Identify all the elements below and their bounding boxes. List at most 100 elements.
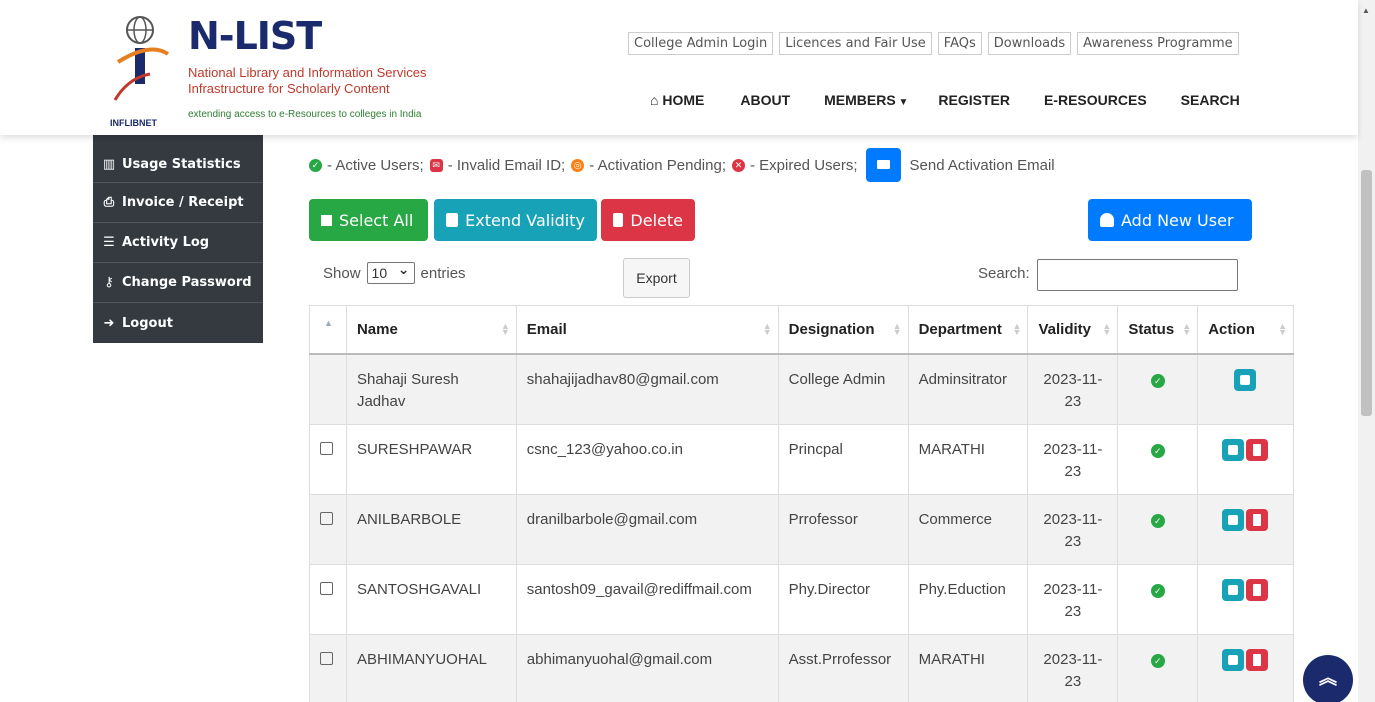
column-email[interactable]: Email ▲ ▼ bbox=[515, 305, 779, 355]
edit-button[interactable] bbox=[1221, 509, 1244, 531]
cell-validity: 2023-11-23 bbox=[1027, 564, 1119, 635]
table-header-row: ▲ Name ▲ ▼ Email ▲ ▼ Designation ▲ ▼ Departmen… bbox=[309, 305, 1294, 355]
row-checkbox[interactable] bbox=[320, 652, 333, 665]
nav-members[interactable]: MEMBERS ▼ bbox=[824, 92, 908, 108]
cell-validity: 2023-11-23 bbox=[1027, 494, 1119, 565]
trash-icon bbox=[613, 213, 624, 227]
select-all-button[interactable]: Select All bbox=[309, 199, 428, 241]
site-header: N-LIST National Library and Information … bbox=[0, 0, 1358, 135]
delete-row-button[interactable] bbox=[1245, 509, 1268, 531]
college-admin-login-link[interactable]: College Admin Login bbox=[628, 32, 774, 55]
nav-register[interactable]: REGISTER bbox=[938, 92, 1010, 108]
edit-icon bbox=[1239, 374, 1250, 385]
trash-icon bbox=[1252, 444, 1261, 456]
delete-button[interactable]: Delete bbox=[601, 199, 695, 241]
edit-button[interactable] bbox=[1221, 649, 1244, 671]
sort-asc-icon: ▲ bbox=[324, 318, 333, 328]
sort-icon: ▲ ▼ bbox=[1182, 321, 1192, 337]
extend-validity-button[interactable]: Extend Validity bbox=[434, 199, 597, 241]
nav-home[interactable]: ⌂ HOME bbox=[650, 92, 704, 108]
row-checkbox[interactable] bbox=[320, 582, 333, 595]
cell-email: abhimanyuohal@gmail.com bbox=[515, 634, 779, 702]
sort-icon: ▲ ▼ bbox=[762, 321, 772, 337]
nlist-logo[interactable]: N-LIST National Library and Information … bbox=[110, 14, 470, 128]
cell-department: MARATHI bbox=[907, 424, 1029, 495]
nav-eresources[interactable]: E-RESOURCES bbox=[1044, 92, 1147, 108]
envelope-icon bbox=[876, 160, 890, 169]
downloads-link[interactable]: Downloads bbox=[987, 32, 1072, 55]
edit-icon bbox=[1227, 585, 1238, 595]
cell-department: Adminsitrator bbox=[907, 353, 1029, 425]
cell-designation: Asst.Prrofessor bbox=[777, 634, 909, 702]
edit-button[interactable] bbox=[1221, 439, 1244, 461]
delete-row-button[interactable] bbox=[1245, 579, 1268, 601]
search-input[interactable] bbox=[1037, 259, 1238, 291]
sidebar-item-activity-log[interactable]: ☰ Activity Log bbox=[93, 223, 263, 263]
select-column-header[interactable]: ▲ bbox=[309, 305, 347, 355]
cell-email: santosh09_gavail@rediffmail.com bbox=[515, 564, 779, 635]
logo-subtitle-1: National Library and Information Service… bbox=[188, 65, 427, 80]
entries-select[interactable]: 10 bbox=[366, 259, 415, 284]
licences-link[interactable]: Licences and Fair Use bbox=[779, 32, 932, 55]
sign-out-icon: ➜ bbox=[103, 315, 115, 331]
user-plus-icon bbox=[1100, 213, 1114, 227]
sort-icon: ▲ ▼ bbox=[500, 321, 510, 337]
active-status-icon: ✓ bbox=[1150, 654, 1165, 668]
sidebar-item-logout[interactable]: ➜ Logout bbox=[93, 303, 263, 343]
entries-length-control: Show 10 entries bbox=[323, 259, 466, 284]
sidebar-item-change-password[interactable]: ⚷ Change Password bbox=[93, 263, 263, 303]
row-checkbox[interactable] bbox=[320, 512, 333, 525]
edit-button[interactable] bbox=[1233, 368, 1256, 391]
table-row: SURESHPAWAR csnc_123@yahoo.co.in Princpa… bbox=[309, 424, 1294, 495]
edit-icon bbox=[1227, 445, 1238, 455]
delete-row-button[interactable] bbox=[1245, 649, 1268, 671]
scrollbar-thumb[interactable] bbox=[1361, 170, 1372, 416]
sidebar-item-usage-statistics[interactable]: ▥ Usage Statistics bbox=[93, 135, 263, 183]
column-department[interactable]: Department ▲ ▼ bbox=[907, 305, 1029, 355]
cell-email: csnc_123@yahoo.co.in bbox=[515, 424, 779, 495]
column-status[interactable]: Status ▲ ▼ bbox=[1117, 305, 1199, 355]
trash-icon bbox=[1252, 654, 1261, 666]
add-new-user-button[interactable]: Add New User bbox=[1088, 199, 1252, 241]
users-table: ▲ Name ▲ ▼ Email ▲ ▼ Designation ▲ ▼ Departmen… bbox=[309, 305, 1294, 702]
cell-designation: Princpal bbox=[777, 424, 909, 495]
sidebar-item-invoice[interactable]: ⎙ Invoice / Receipt bbox=[93, 183, 263, 223]
check-circle-icon: ✓ bbox=[309, 158, 322, 172]
cell-name: Shahaji Suresh Jadhav bbox=[345, 353, 517, 425]
cell-validity: 2023-11-23 bbox=[1027, 424, 1119, 495]
row-checkbox[interactable] bbox=[320, 442, 333, 455]
cell-name: SANTOSHGAVALI bbox=[345, 564, 517, 635]
active-status-icon: ✓ bbox=[1150, 514, 1165, 528]
column-name[interactable]: Name ▲ ▼ bbox=[345, 305, 517, 355]
edit-icon bbox=[1227, 655, 1238, 665]
send-activation-email-button[interactable] bbox=[865, 148, 901, 182]
column-designation[interactable]: Designation ▲ ▼ bbox=[777, 305, 909, 355]
cell-name: ABHIMANYUOHAL bbox=[345, 634, 517, 702]
awareness-link[interactable]: Awareness Programme bbox=[1077, 32, 1239, 55]
export-button[interactable]: Export bbox=[623, 258, 690, 298]
delete-row-button[interactable] bbox=[1245, 439, 1268, 461]
plus-square-icon bbox=[446, 213, 459, 227]
cell-department: MARATHI bbox=[907, 634, 1029, 702]
page-scrollbar[interactable]: ▲ bbox=[1358, 0, 1375, 702]
nav-search[interactable]: SEARCH bbox=[1181, 92, 1240, 108]
table-row: ANILBARBOLE dranilbarbole@gmail.com Prro… bbox=[309, 494, 1294, 565]
active-status-icon: ✓ bbox=[1150, 444, 1165, 458]
faqs-link[interactable]: FAQs bbox=[937, 32, 982, 55]
scroll-up-arrow-icon[interactable]: ▲ bbox=[1362, 6, 1370, 15]
edit-icon bbox=[1227, 515, 1238, 525]
cell-designation: College Admin bbox=[777, 353, 909, 425]
cell-validity: 2023-11-23 bbox=[1027, 353, 1119, 425]
table-row: Shahaji Suresh Jadhav shahajijadhav80@gm… bbox=[309, 353, 1294, 425]
sidebar: ▥ Usage Statistics ⎙ Invoice / Receipt ☰… bbox=[93, 135, 263, 343]
edit-button[interactable] bbox=[1221, 579, 1244, 601]
expired-icon: ✕ bbox=[732, 158, 745, 172]
column-validity[interactable]: Validity ▲ ▼ bbox=[1027, 305, 1119, 355]
nav-about[interactable]: ABOUT bbox=[740, 92, 790, 108]
cell-email: shahajijadhav80@gmail.com bbox=[515, 353, 779, 425]
sort-icon: ▲ ▼ bbox=[1012, 321, 1022, 337]
column-action[interactable]: Action ▲ ▼ bbox=[1197, 305, 1294, 355]
sort-icon: ▲ ▼ bbox=[892, 321, 902, 337]
globe-logo-icon bbox=[113, 16, 170, 101]
back-to-top-button[interactable]: ︽ bbox=[1303, 655, 1353, 702]
